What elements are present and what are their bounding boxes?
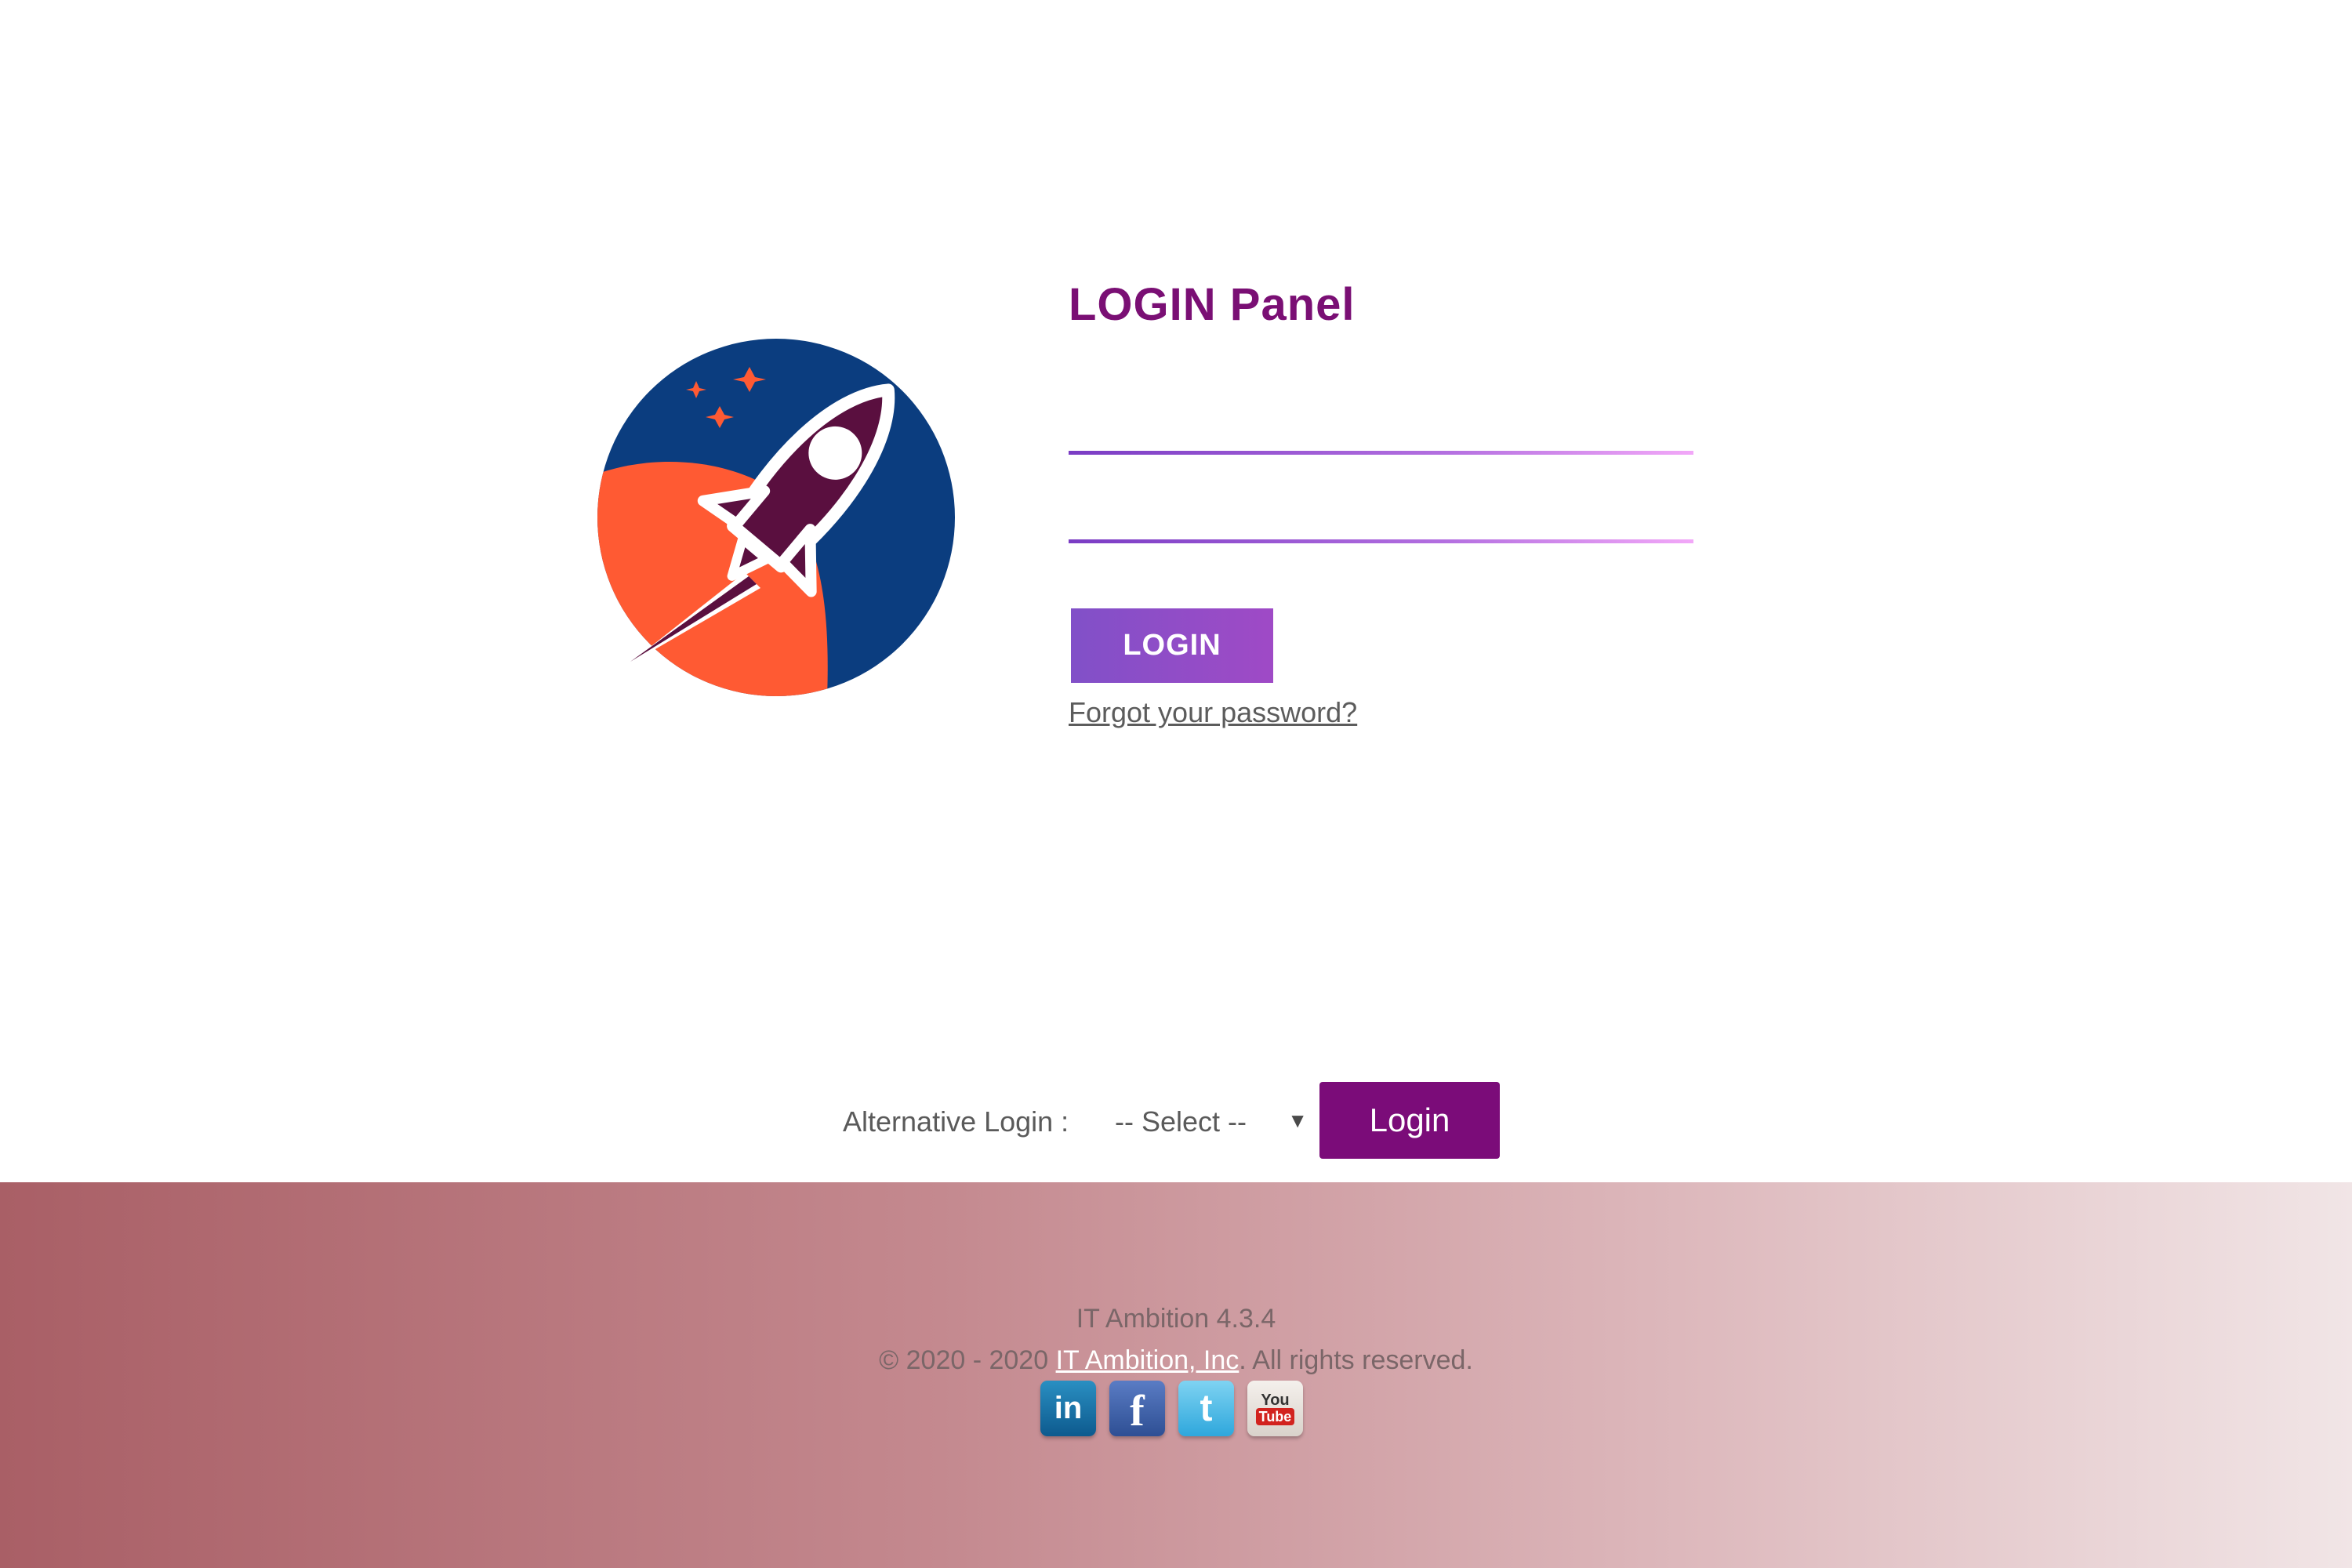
facebook-icon[interactable]: f bbox=[1109, 1381, 1165, 1436]
alternative-login-selected-value: -- Select -- bbox=[1115, 1105, 1247, 1138]
password-input[interactable] bbox=[1069, 485, 1693, 539]
login-page: LOGIN Panel LOGIN Forgot your password? … bbox=[0, 0, 2352, 1568]
company-link[interactable]: IT Ambition, Inc bbox=[1056, 1345, 1240, 1375]
social-links: in f t You Tube bbox=[1040, 1381, 1303, 1436]
rocket-logo bbox=[597, 339, 955, 696]
copyright: © 2020 - 2020 IT Ambition, Inc. All righ… bbox=[0, 1345, 2352, 1376]
page-title: LOGIN Panel bbox=[1069, 279, 1356, 330]
linkedin-glyph: in bbox=[1054, 1391, 1083, 1425]
facebook-glyph: f bbox=[1130, 1387, 1145, 1436]
youtube-icon[interactable]: You Tube bbox=[1247, 1381, 1303, 1436]
alternative-login-label: Alternative Login : bbox=[843, 1105, 1069, 1138]
youtube-glyph-top: You bbox=[1261, 1391, 1290, 1409]
chevron-down-icon: ▼ bbox=[1287, 1109, 1308, 1132]
alternative-login-button[interactable]: Login bbox=[1319, 1082, 1500, 1159]
copyright-suffix: . All rights reserved. bbox=[1239, 1345, 1473, 1375]
password-underline bbox=[1069, 539, 1693, 543]
alternative-login-select[interactable]: -- Select -- ▼ bbox=[1112, 1096, 1308, 1148]
youtube-glyph-bottom: Tube bbox=[1255, 1407, 1295, 1425]
footer: IT Ambition 4.3.4 © 2020 - 2020 IT Ambit… bbox=[0, 1182, 2352, 1568]
copyright-prefix: © 2020 - 2020 bbox=[879, 1345, 1056, 1375]
twitter-glyph: t bbox=[1200, 1388, 1213, 1429]
forgot-password-link[interactable]: Forgot your password? bbox=[1069, 696, 1357, 729]
username-input[interactable] bbox=[1069, 396, 1693, 451]
twitter-icon[interactable]: t bbox=[1178, 1381, 1234, 1436]
app-version: IT Ambition 4.3.4 bbox=[1076, 1304, 1276, 1334]
linkedin-icon[interactable]: in bbox=[1040, 1381, 1096, 1436]
username-underline bbox=[1069, 451, 1693, 455]
login-button[interactable]: LOGIN bbox=[1071, 608, 1273, 683]
